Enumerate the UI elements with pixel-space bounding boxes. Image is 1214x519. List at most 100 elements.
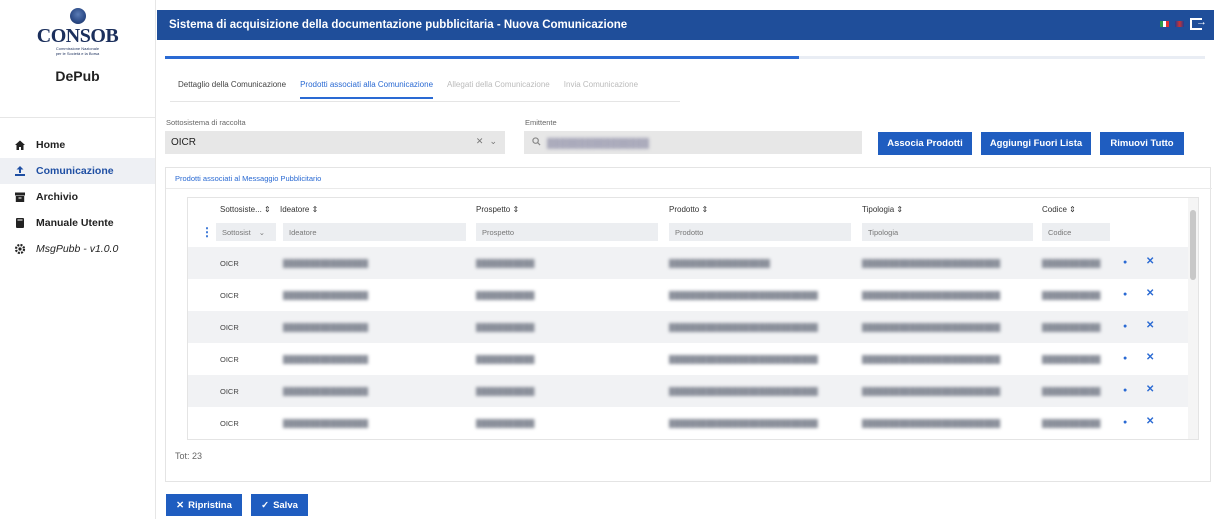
logout-icon[interactable]	[1190, 16, 1207, 30]
kebab-menu-icon[interactable]: ⋮	[201, 225, 213, 239]
tab-dettaglio[interactable]: Dettaglio della Comunicazione	[178, 80, 286, 99]
filter-codice[interactable]: Codice	[1042, 223, 1110, 241]
cell-ideatore: ████████████████	[283, 387, 369, 396]
eye-icon[interactable]: ●	[1123, 291, 1127, 298]
table-row[interactable]: OICR ████████████████ ███████████ █████████…	[188, 247, 1188, 279]
filter-prodotto[interactable]: Prodotto	[669, 223, 851, 241]
sidebar-item-comunicazione[interactable]: Comunicazione	[0, 158, 155, 184]
sottosistema-label: Sottosistema di raccolta	[166, 118, 246, 127]
italian-flag-icon[interactable]	[1160, 21, 1169, 27]
cell-sottosistema: OICR	[220, 291, 239, 300]
scroll-thumb[interactable]	[1190, 210, 1196, 280]
sottosistema-select[interactable]: OICR ✕ ⌄	[165, 131, 505, 154]
remove-icon[interactable]: ✕	[1146, 256, 1154, 267]
sidebar-item-label: Archivio	[36, 191, 79, 203]
aggiungi-fuori-lista-button[interactable]: Aggiungi Fuori Lista	[981, 132, 1091, 155]
emittente-search-input[interactable]: ████████████████	[524, 131, 862, 154]
gear-icon	[14, 243, 26, 255]
filter-placeholder: Sottosist	[222, 227, 251, 237]
cell-sottosistema: OICR	[220, 323, 239, 332]
ripristina-button[interactable]: ✕ Ripristina	[166, 494, 242, 516]
sidebar-item-archivio[interactable]: Archivio	[0, 184, 155, 210]
eye-icon[interactable]: ●	[1123, 419, 1127, 426]
salva-button[interactable]: ✓ Salva	[251, 494, 308, 516]
cell-tipologia: ██████████████████████████	[862, 387, 1001, 396]
rimuovi-tutto-button[interactable]: Rimuovi Tutto	[1100, 132, 1184, 155]
sidebar: CONSOB Commissione Nazionale per le Soci…	[0, 0, 156, 519]
cell-ideatore: ████████████████	[283, 419, 369, 428]
remove-icon[interactable]: ✕	[1146, 416, 1154, 427]
cell-codice: ███████████	[1042, 291, 1101, 300]
filter-ideatore[interactable]: Ideatore	[283, 223, 466, 241]
col-prospetto[interactable]: Prospetto ⇕	[476, 205, 519, 214]
cell-ideatore: ████████████████	[283, 355, 369, 364]
tab-prodotti[interactable]: Prodotti associati alla Comunicazione	[300, 80, 434, 99]
progress-fill	[165, 56, 800, 59]
cell-prospetto: ███████████	[476, 259, 535, 268]
cell-sottosistema: OICR	[220, 355, 239, 364]
version-label: MsgPubb - v1.0.0	[36, 243, 119, 255]
cell-prodotto: ████████████████████████████	[669, 419, 818, 428]
sidebar-item-label: Manuale Utente	[36, 217, 114, 229]
english-flag-icon[interactable]	[1175, 21, 1184, 27]
close-icon: ✕	[176, 499, 185, 511]
logo-subtitle: per le Società e la Borsa	[55, 51, 100, 56]
filter-tipologia[interactable]: Tipologia	[862, 223, 1033, 241]
wizard-progress-bar	[165, 56, 1205, 59]
cell-tipologia: ██████████████████████████	[862, 323, 1001, 332]
sidebar-item-label: Comunicazione	[36, 165, 114, 177]
table-row[interactable]: OICR ████████████████ ███████████ █████████…	[188, 375, 1188, 407]
cell-ideatore: ████████████████	[283, 323, 369, 332]
table-row[interactable]: OICR ████████████████ ███████████ █████████…	[188, 311, 1188, 343]
book-icon	[14, 217, 26, 229]
cell-prospetto: ███████████	[476, 355, 535, 364]
associa-prodotti-button[interactable]: Associa Prodotti	[878, 132, 972, 155]
filter-prospetto[interactable]: Prospetto	[476, 223, 658, 241]
eye-icon[interactable]: ●	[1123, 387, 1127, 394]
upload-icon	[14, 165, 26, 177]
page-title: Sistema di acquisizione della documentaz…	[169, 19, 628, 31]
remove-icon[interactable]: ✕	[1146, 320, 1154, 331]
table-filter-row: ⋮ Sottosist ⌄ Ideatore Prospetto Prodott…	[188, 221, 1188, 247]
total-count: Tot: 23	[175, 451, 203, 461]
app-name: DePub	[55, 68, 100, 84]
remove-icon[interactable]: ✕	[1146, 288, 1154, 299]
table-row[interactable]: OICR ████████████████ ███████████ █████████…	[188, 407, 1188, 439]
table-body: OICR ████████████████ ███████████ █████████…	[188, 247, 1188, 439]
table-row[interactable]: OICR ████████████████ ███████████ █████████…	[188, 343, 1188, 375]
sottosistema-value: OICR	[171, 137, 196, 148]
col-sottosistema[interactable]: Sottosiste... ⇕	[220, 205, 271, 214]
emittente-value: ████████████████	[547, 137, 650, 148]
sidebar-item-manuale[interactable]: Manuale Utente	[0, 210, 155, 236]
table-scrollbar[interactable]	[1188, 198, 1198, 439]
logo-text: CONSOB	[36, 25, 119, 47]
col-codice[interactable]: Codice ⇕	[1042, 205, 1076, 214]
cell-tipologia: ██████████████████████████	[862, 355, 1001, 364]
remove-icon[interactable]: ✕	[1146, 352, 1154, 363]
cell-prospetto: ███████████	[476, 291, 535, 300]
chevron-down-icon[interactable]: ⌄	[489, 136, 497, 147]
eye-icon[interactable]: ●	[1123, 355, 1127, 362]
sidebar-item-version[interactable]: MsgPubb - v1.0.0	[0, 236, 155, 262]
cell-prodotto: ████████████████████████████	[669, 387, 818, 396]
cell-prospetto: ███████████	[476, 387, 535, 396]
wizard-tabs: Dettaglio della Comunicazione Prodotti a…	[178, 80, 638, 99]
archive-icon	[14, 191, 26, 203]
cell-prospetto: ███████████	[476, 419, 535, 428]
clear-icon[interactable]: ✕	[476, 136, 484, 147]
header-actions	[1160, 16, 1207, 30]
card-title: Prodotti associati al Messaggio Pubblici…	[175, 174, 322, 183]
sidebar-item-home[interactable]: Home	[0, 132, 155, 158]
remove-icon[interactable]: ✕	[1146, 384, 1154, 395]
col-tipologia[interactable]: Tipologia ⇕	[862, 205, 903, 214]
table-row[interactable]: OICR ████████████████ ███████████ █████████…	[188, 279, 1188, 311]
col-prodotto[interactable]: Prodotto ⇕	[669, 205, 708, 214]
ripristina-label: Ripristina	[188, 499, 232, 511]
cell-ideatore: ████████████████	[283, 291, 369, 300]
eye-icon[interactable]: ●	[1123, 259, 1127, 266]
eye-icon[interactable]: ●	[1123, 323, 1127, 330]
sidebar-nav: Home Comunicazione Archivio Manuale Uten…	[0, 118, 155, 262]
col-ideatore[interactable]: Ideatore ⇕	[280, 205, 318, 214]
tab-allegati: Allegati della Comunicazione	[447, 80, 550, 89]
filter-sottosistema[interactable]: Sottosist ⌄	[216, 223, 276, 241]
